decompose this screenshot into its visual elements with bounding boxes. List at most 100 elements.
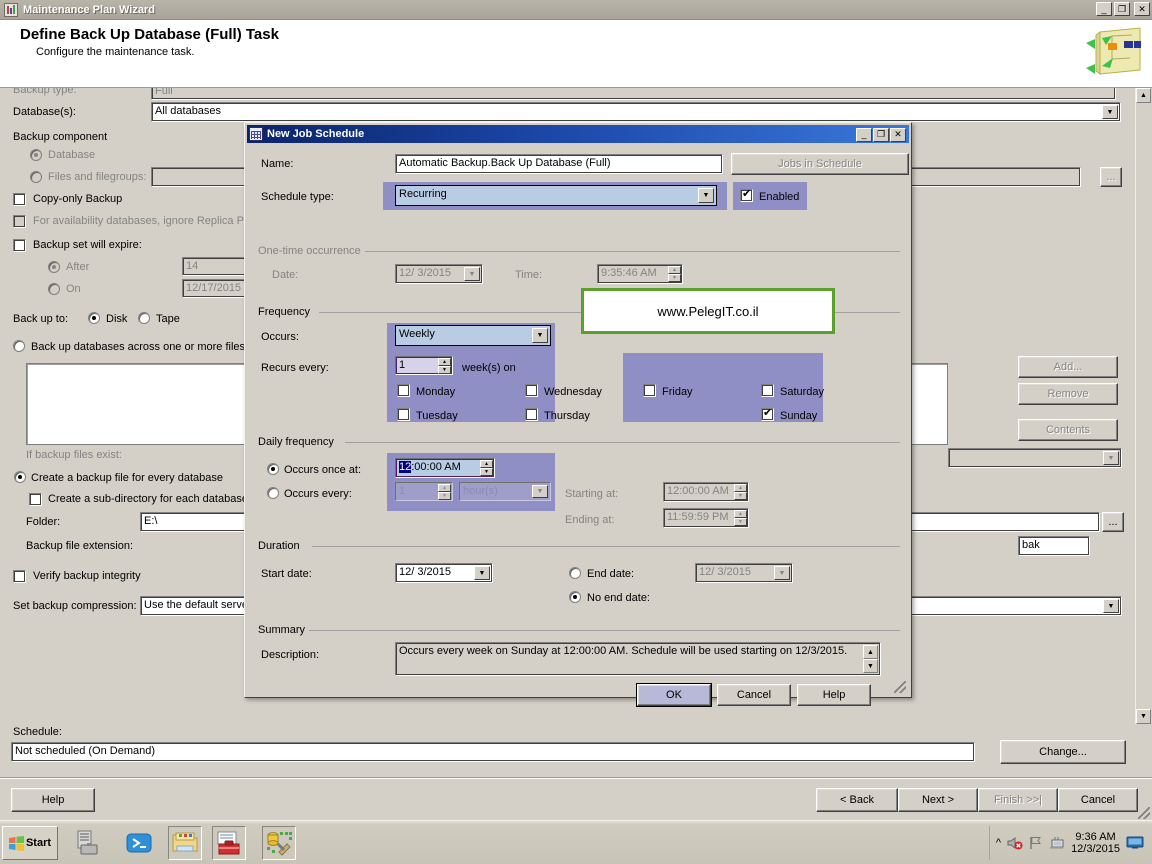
network-icon[interactable]: [1049, 836, 1065, 850]
chevron-down-icon[interactable]: ▼: [1103, 599, 1119, 613]
no-end-date-label: No end date:: [587, 592, 650, 604]
occurs-combo[interactable]: Weekly ▼: [395, 325, 551, 346]
summary-group-label: Summary: [258, 624, 310, 636]
checkbox-tuesday[interactable]: [397, 408, 410, 421]
start-date-value: 12/ 3/2015: [399, 566, 451, 578]
close-icon[interactable]: ✕: [1134, 2, 1150, 16]
ok-button[interactable]: OK: [637, 684, 711, 706]
wizard-header: Define Back Up Database (Full) Task Conf…: [0, 20, 1152, 88]
checkbox-monday[interactable]: [397, 384, 410, 397]
saturday-label: Saturday: [780, 386, 825, 398]
chevron-down-icon: ▼: [464, 267, 480, 281]
description-scrollbar[interactable]: ▲ ▼: [863, 645, 878, 673]
scroll-up-icon[interactable]: ▲: [863, 645, 878, 659]
enabled-label: Enabled: [759, 191, 800, 203]
maximize-icon[interactable]: ❐: [1114, 2, 1130, 16]
checkbox-create-subdirectory[interactable]: [29, 493, 42, 506]
dialog-resize-grip[interactable]: [894, 681, 906, 693]
dialog-help-button[interactable]: Help: [797, 684, 871, 706]
next-button[interactable]: Next >: [898, 788, 978, 812]
radio-occurs-every[interactable]: [267, 487, 279, 499]
action-center-flag-icon[interactable]: [1029, 836, 1043, 850]
checkbox-wednesday[interactable]: [525, 384, 538, 397]
radio-backup-to-disk[interactable]: [88, 312, 100, 324]
checkbox-friday[interactable]: [643, 384, 656, 397]
taskbar-icon-explorer[interactable]: [168, 826, 202, 860]
radio-occurs-once-at[interactable]: [267, 463, 279, 475]
backup-extension-input[interactable]: bak: [1018, 536, 1090, 556]
dialog-minimize-icon[interactable]: _: [856, 128, 872, 142]
occurs-once-at-selected-digits: 12: [399, 461, 412, 473]
ending-at-spinner: ▲ ▼: [734, 510, 747, 526]
dialog-cancel-button[interactable]: Cancel: [717, 684, 791, 706]
schedule-type-combo[interactable]: Recurring ▼: [395, 185, 717, 206]
resize-grip[interactable]: [1138, 807, 1150, 819]
checkbox-verify-backup-integrity[interactable]: [13, 570, 26, 583]
contents-button: Contents: [1018, 419, 1118, 441]
radio-no-end-date[interactable]: [569, 591, 581, 603]
taskbar: Start ^ 9:36 AM 12/3/2015: [0, 820, 1152, 864]
start-date-picker[interactable]: 12/ 3/2015 ▼: [395, 563, 493, 583]
checkbox-enabled[interactable]: [740, 188, 753, 202]
backup-type-label: Backup type:: [13, 88, 77, 96]
volume-muted-icon[interactable]: [1007, 836, 1023, 850]
checkbox-backup-set-expire[interactable]: [13, 239, 26, 252]
help-button[interactable]: Help: [11, 788, 95, 812]
taskbar-clock[interactable]: 9:36 AM 12/3/2015: [1071, 831, 1120, 855]
end-date-value: 12/ 3/2015: [699, 566, 751, 578]
maintenance-plan-header-icon: [1086, 27, 1141, 75]
databases-combo[interactable]: All databases ▼: [151, 102, 1121, 122]
start-button[interactable]: Start: [2, 826, 58, 860]
taskbar-icon-toolbox[interactable]: [212, 826, 246, 860]
taskbar-icon-server-manager[interactable]: [70, 826, 104, 860]
chevron-down-icon[interactable]: ▼: [698, 188, 714, 203]
chevron-down-icon[interactable]: ▼: [1103, 451, 1119, 465]
occurs-every-interval-input: 1 ▲ ▼: [395, 482, 453, 501]
change-schedule-button[interactable]: Change...: [1000, 740, 1126, 764]
show-hidden-icons-icon[interactable]: ^: [996, 837, 1001, 849]
wizard-page-scrollbar[interactable]: ▲ ▼: [1135, 88, 1152, 724]
radio-backup-across-files[interactable]: [13, 340, 25, 352]
minimize-icon[interactable]: _: [1096, 2, 1112, 16]
one-time-date-picker: 12/ 3/2015 ▼: [395, 264, 483, 284]
recurs-every-spinner[interactable]: ▲ ▼: [438, 358, 451, 374]
schedule-value-input[interactable]: Not scheduled (On Demand): [11, 742, 975, 762]
create-subdirectory-label: Create a sub-directory for each database: [48, 493, 248, 505]
chevron-down-icon[interactable]: ▼: [532, 328, 548, 343]
folder-browse-button[interactable]: ...: [1102, 512, 1124, 532]
description-textarea[interactable]: Occurs every week on Sunday at 12:00:00 …: [395, 642, 881, 676]
dialog-maximize-icon[interactable]: ❐: [873, 128, 889, 142]
occurs-label: Occurs:: [261, 331, 299, 343]
scroll-down-icon[interactable]: ▼: [1136, 709, 1151, 724]
chevron-down-icon[interactable]: ▼: [474, 566, 490, 580]
checkbox-sunday[interactable]: [761, 407, 774, 421]
scroll-down-icon[interactable]: ▼: [863, 659, 878, 673]
folder-label: Folder:: [26, 516, 61, 528]
taskbar-icon-ssms[interactable]: [262, 826, 296, 860]
checkbox-copy-only-backup[interactable]: [13, 193, 26, 206]
cancel-button[interactable]: Cancel: [1058, 788, 1138, 812]
occurs-once-at-input[interactable]: 12:00:00 AM ▲ ▼: [395, 458, 495, 478]
toolbox-icon: [217, 831, 240, 855]
checkbox-saturday[interactable]: [761, 384, 774, 397]
schedule-name-input[interactable]: Automatic Backup.Back Up Database (Full): [395, 154, 723, 174]
dialog-close-icon[interactable]: ✕: [890, 128, 906, 142]
show-desktop-icon[interactable]: [1126, 836, 1144, 850]
wizard-footer: Help < Back Next > Finish >>| Cancel: [0, 777, 1152, 820]
checkbox-thursday[interactable]: [525, 408, 538, 421]
one-time-group-line: [365, 251, 900, 252]
scroll-up-icon[interactable]: ▲: [1136, 88, 1151, 103]
radio-end-date[interactable]: [569, 567, 581, 579]
sql-management-studio-icon: [267, 832, 292, 856]
radio-backup-to-tape[interactable]: [138, 312, 150, 324]
chevron-down-icon[interactable]: ▼: [1102, 105, 1118, 119]
back-button[interactable]: < Back: [816, 788, 898, 812]
recurs-every-input[interactable]: 1 ▲ ▼: [395, 356, 453, 375]
radio-expire-on: [48, 283, 60, 295]
backup-to-tape-label: Tape: [156, 313, 180, 325]
occurs-once-at-spinner[interactable]: ▲ ▼: [480, 460, 493, 476]
radio-create-file-every-db[interactable]: [14, 471, 26, 483]
radio-component-files: [30, 171, 42, 183]
component-files-label: Files and filegroups:: [48, 171, 147, 183]
taskbar-icon-powershell[interactable]: [122, 826, 156, 860]
